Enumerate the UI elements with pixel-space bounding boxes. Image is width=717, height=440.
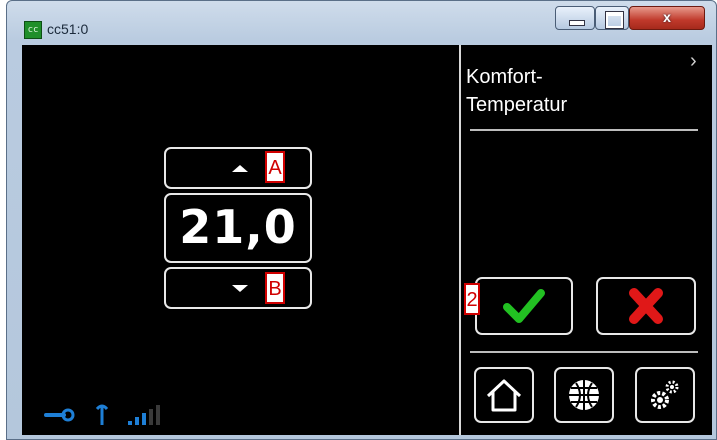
status-bar bbox=[44, 404, 160, 425]
application-window: cc cc51:0 x 21,0 A B Komfort- Temperatur… bbox=[6, 0, 717, 440]
mode-button[interactable] bbox=[554, 367, 614, 423]
app-icon: cc bbox=[24, 21, 42, 39]
wrench-icon bbox=[44, 408, 75, 422]
confirm-button[interactable] bbox=[475, 277, 573, 335]
signal-bar bbox=[142, 413, 146, 425]
signal-bar bbox=[128, 421, 132, 425]
x-icon bbox=[629, 288, 663, 324]
close-icon: x bbox=[663, 9, 671, 25]
panel-separator-bottom bbox=[470, 351, 698, 353]
arrow-up-icon bbox=[232, 165, 248, 172]
decrease-temperature-button[interactable] bbox=[164, 267, 312, 309]
panel-separator-top bbox=[470, 129, 698, 131]
device-screen: 21,0 A B Komfort- Temperatur › 2 bbox=[22, 45, 712, 435]
maximize-button[interactable] bbox=[595, 6, 629, 30]
minimize-icon bbox=[569, 20, 585, 26]
panel-divider bbox=[459, 45, 461, 435]
cancel-button[interactable] bbox=[596, 277, 696, 335]
panel-title-line2: Temperatur bbox=[466, 94, 568, 116]
minimize-button[interactable] bbox=[555, 6, 595, 30]
home-button[interactable] bbox=[474, 367, 534, 423]
maximize-icon bbox=[606, 12, 623, 28]
globe-icon bbox=[569, 380, 599, 410]
signal-bar bbox=[149, 409, 153, 425]
settings-button[interactable] bbox=[635, 367, 695, 423]
increase-temperature-button[interactable] bbox=[164, 147, 312, 189]
antenna-icon bbox=[95, 404, 109, 425]
signal-bar bbox=[156, 405, 160, 425]
arrow-down-icon bbox=[232, 285, 248, 292]
house-icon bbox=[486, 379, 522, 412]
temperature-value: 21,0 bbox=[164, 193, 312, 263]
annotation-label-2: 2 bbox=[464, 283, 480, 315]
expand-arrow-icon[interactable]: › bbox=[690, 51, 697, 71]
annotation-label-b: B bbox=[265, 272, 285, 304]
panel-title-line1: Komfort- bbox=[466, 66, 543, 88]
window-title: cc51:0 bbox=[47, 21, 89, 37]
panel-title: Komfort- Temperatur bbox=[466, 63, 686, 119]
annotation-label-a: A bbox=[265, 151, 285, 183]
title-bar[interactable]: cc cc51:0 x bbox=[7, 1, 716, 45]
signal-bar bbox=[135, 417, 139, 425]
signal-bars-icon bbox=[128, 405, 160, 425]
close-button[interactable]: x bbox=[629, 6, 705, 30]
checkmark-icon bbox=[503, 289, 545, 323]
gears-icon bbox=[651, 380, 679, 409]
